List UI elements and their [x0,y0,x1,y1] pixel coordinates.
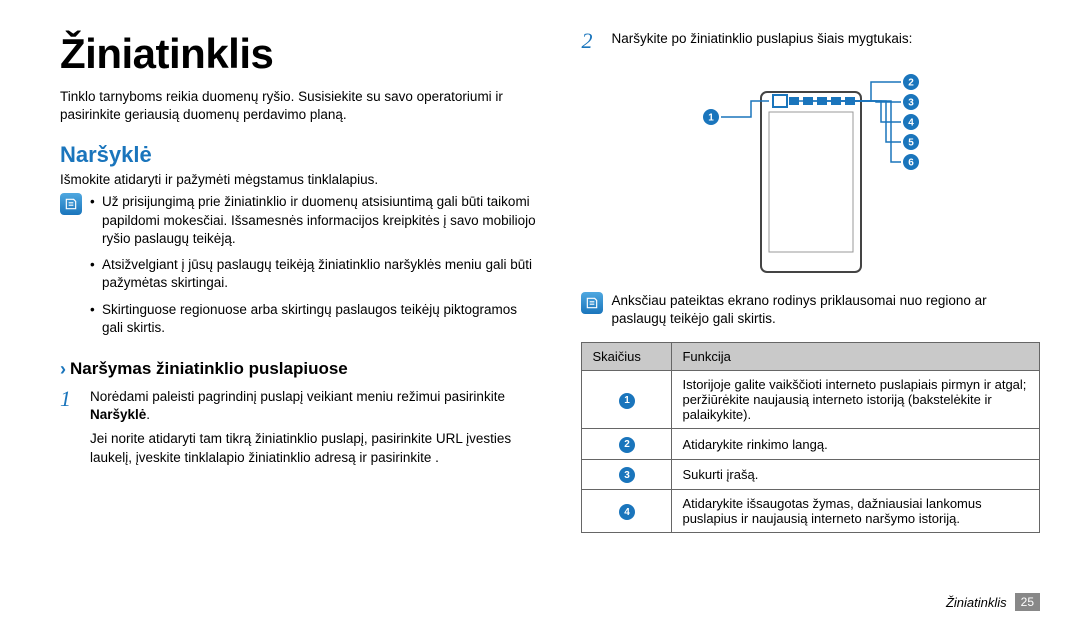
step-number-1: 1 [60,388,80,467]
svg-text:3: 3 [908,98,914,109]
step-1-body: Norėdami paleisti pagrindinį puslapį vei… [90,388,541,467]
row-func: Sukurti įrašą. [672,459,1040,490]
page-title: Žiniatinklis [60,30,541,78]
svg-text:6: 6 [908,158,914,169]
footer-section: Žiniatinklis [946,595,1007,610]
row-func: Atidarykite rinkimo langą. [672,429,1040,460]
step-2-body: Naršykite po žiniatinklio puslapius šiai… [611,30,912,52]
step-1-prefix: Norėdami paleisti pagrindinį puslapį vei… [90,389,505,404]
row-num-icon: 2 [619,437,635,453]
note-icon [60,193,82,215]
section-sub: Išmokite atidaryti ir pažymėti mėgstamus… [60,172,541,187]
subsection-title: Naršymas žiniatinklio puslapiuose [70,359,348,379]
step-number-2: 2 [581,30,601,52]
step-1-bold: Naršyklė [90,407,146,422]
svg-text:2: 2 [908,78,914,89]
row-func: Atidarykite išsaugotas žymas, dažniausia… [672,490,1040,533]
page-number: 25 [1015,593,1040,611]
function-table: Skaičius Funkcija 1 Istorijoje galite va… [581,342,1040,533]
diagram-note: Anksčiau pateiktas ekrano rodinys prikla… [611,292,1040,328]
section-heading-browser: Naršyklė [60,142,541,168]
bullet-item: Už prisijungimą prie žiniatinklio ir duo… [90,193,541,248]
note-bullets: Už prisijungimą prie žiniatinklio ir duo… [90,193,541,345]
svg-text:4: 4 [908,118,914,129]
table-row: 3 Sukurti įrašą. [582,459,1040,490]
row-num-icon: 4 [619,504,635,520]
table-row: 4 Atidarykite išsaugotas žymas, dažniaus… [582,490,1040,533]
table-header-number: Skaičius [582,343,672,371]
step-1-suffix: . [146,407,150,422]
svg-text:5: 5 [908,138,914,149]
table-row: 2 Atidarykite rinkimo langą. [582,429,1040,460]
row-func: Istorijoje galite vaikščioti interneto p… [672,371,1040,429]
phone-diagram: 1 2 3 4 5 6 [651,62,971,282]
table-row: 1 Istorijoje galite vaikščioti interneto… [582,371,1040,429]
note-icon [581,292,603,314]
row-num-icon: 3 [619,467,635,483]
step-1-sub: Jei norite atidaryti tam tikrą žiniatink… [90,430,541,466]
page-footer: Žiniatinklis 25 [946,593,1040,611]
bullet-item: Atsižvelgiant į jūsų paslaugų teikėją ži… [90,256,541,292]
bullet-item: Skirtinguose regionuose arba skirtingų p… [90,301,541,337]
chevron-icon: › [60,359,66,380]
row-num-icon: 1 [619,393,635,409]
svg-text:1: 1 [708,113,714,124]
intro-text: Tinklo tarnyboms reikia duomenų ryšio. S… [60,88,541,124]
subsection-heading: › Naršymas žiniatinklio puslapiuose [60,359,541,380]
table-header-function: Funkcija [672,343,1040,371]
